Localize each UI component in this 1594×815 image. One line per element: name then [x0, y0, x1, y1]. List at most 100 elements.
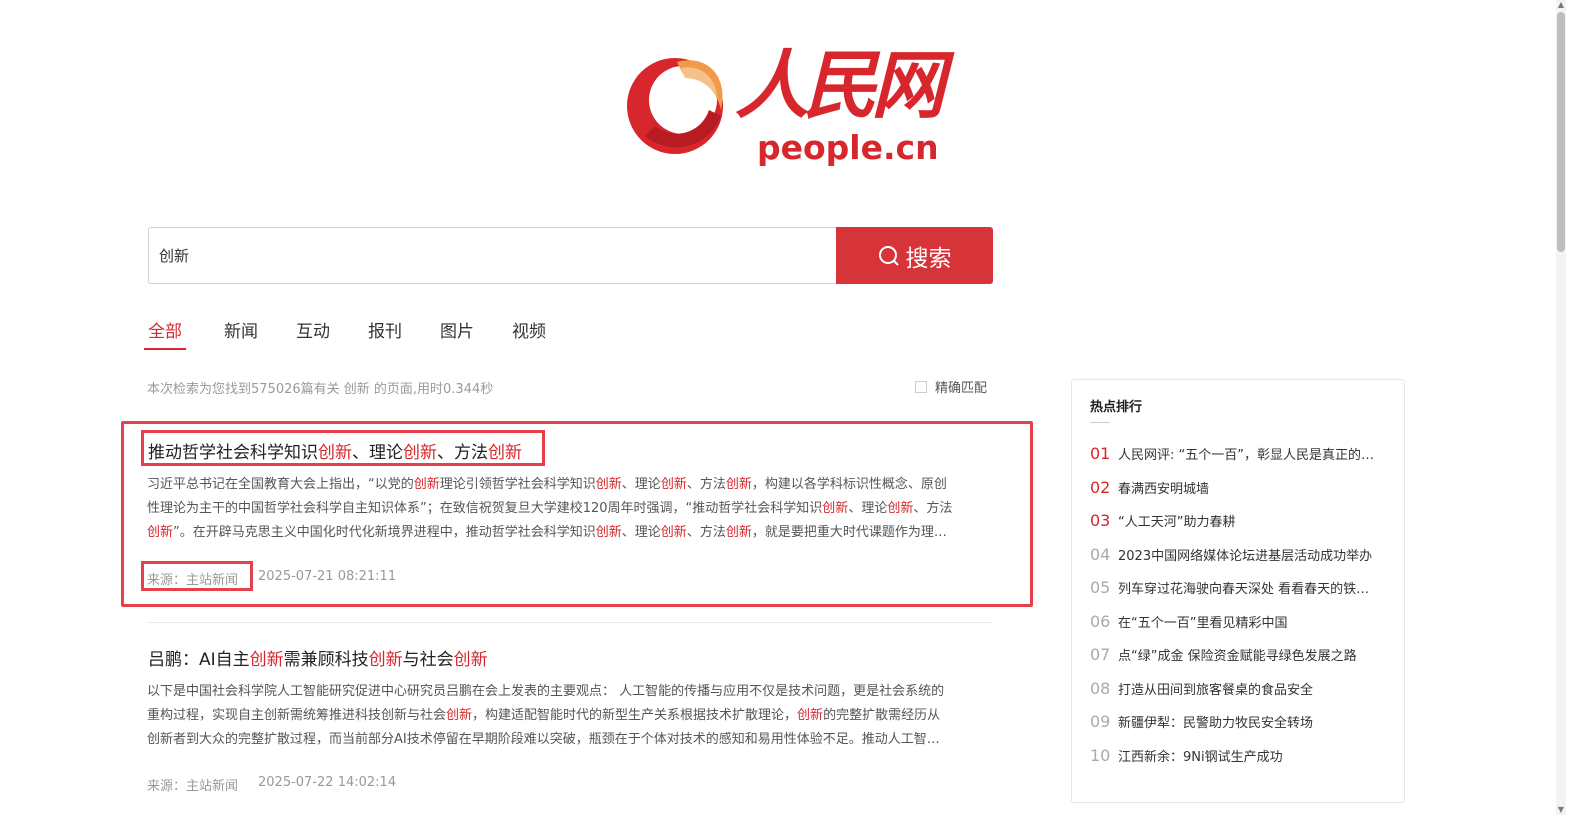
- hot-link[interactable]: 人民网评: “五个一百”，彰显人民是真正的…: [1118, 444, 1383, 463]
- title-keyword: 创新: [368, 650, 403, 670]
- hot-link[interactable]: 2023中国网络媒体论坛进基层活动成功举办: [1118, 545, 1383, 564]
- scroll-down-arrow-icon[interactable]: ▼: [1556, 805, 1566, 815]
- hot-item[interactable]: 02 春满西安明城墙: [1090, 478, 1386, 497]
- snippet-text: 理论引领哲学社会科学知识: [439, 477, 596, 492]
- hot-item[interactable]: 10 江西新余：9Ni钢试生产成功: [1090, 746, 1386, 765]
- title-keyword: 创新: [488, 443, 522, 463]
- search-button[interactable]: 搜索: [836, 227, 993, 284]
- snippet-keyword: 创新: [147, 525, 174, 540]
- tab-all[interactable]: 全部: [144, 318, 186, 350]
- exact-match-toggle[interactable]: 精确匹配: [915, 377, 987, 396]
- hot-item[interactable]: 04 2023中国网络媒体论坛进基层活动成功举办: [1090, 545, 1386, 564]
- hot-rank: 08: [1090, 679, 1111, 698]
- hot-link[interactable]: 列车穿过花海驶向春天深处 看看春天的铁…: [1118, 578, 1383, 597]
- result-divider: [147, 622, 993, 623]
- hot-link[interactable]: 在“五个一百”里看见精彩中国: [1118, 612, 1383, 631]
- title-text: 、理论: [352, 443, 403, 463]
- snippet-keyword: 创新: [660, 525, 687, 540]
- hot-title-underline: [1090, 422, 1110, 423]
- hot-ranking-title: 热点排行: [1090, 400, 1143, 415]
- hot-item[interactable]: 03 “人工天河”助力春耕: [1090, 511, 1386, 530]
- snippet-line: 创新者到大众的完整扩散过程，而当前部分AI技术停留在早期阶段难以突破，瓶颈在于个…: [147, 728, 993, 752]
- title-keyword: 创新: [318, 443, 352, 463]
- hot-item[interactable]: 01 人民网评: “五个一百”，彰显人民是真正的…: [1090, 444, 1386, 463]
- title-text: 与社会: [402, 650, 454, 670]
- title-text: 推动哲学社会科学知识: [148, 443, 318, 463]
- snippet-text: ，构建以各学科标识性概念、原创: [751, 477, 947, 492]
- snippet-keyword: 创新: [822, 501, 849, 516]
- hot-item[interactable]: 09 新疆伊犁：民警助力牧民安全转场: [1090, 712, 1386, 731]
- hot-rank: 05: [1090, 578, 1111, 597]
- snippet-keyword: 创新: [725, 477, 752, 492]
- result-source: 来源：主站新闻: [147, 779, 239, 794]
- hot-link[interactable]: 打造从田间到旅客餐桌的食品安全: [1118, 679, 1383, 698]
- hot-item[interactable]: 08 打造从田间到旅客餐桌的食品安全: [1090, 679, 1386, 698]
- snippet-line: 习近平总书记在全国教育大会上指出，“以党的创新理论引领哲学社会科学知识创新、理论…: [147, 473, 993, 497]
- scrollbar-thumb[interactable]: [1557, 12, 1565, 252]
- snippet-text: 的完整扩散需经历从: [823, 708, 941, 723]
- snippet-text: 以下是中国社会科学院人工智能研究促进中心研究员吕鹏在会上发表的主要观点： 人工智…: [147, 684, 945, 699]
- title-keyword: 创新: [249, 650, 284, 670]
- hot-link[interactable]: “人工天河”助力春耕: [1118, 511, 1383, 530]
- hot-link[interactable]: 江西新余：9Ni钢试生产成功: [1118, 746, 1383, 765]
- hot-rank: 09: [1090, 712, 1111, 731]
- snippet-text: ，就是要把重大时代课题作为理…: [751, 525, 947, 540]
- tab-news[interactable]: 新闻: [224, 318, 258, 348]
- logo-domain-text: people.cn: [757, 128, 939, 167]
- hot-link[interactable]: 春满西安明城墙: [1118, 478, 1383, 497]
- search-input[interactable]: [149, 228, 799, 283]
- result-snippet: 习近平总书记在全国教育大会上指出，“以党的创新理论引领哲学社会科学知识创新、理论…: [147, 473, 993, 545]
- hot-rank: 07: [1090, 645, 1111, 664]
- tab-newspapers[interactable]: 报刊: [368, 318, 402, 348]
- search-button-label: 搜索: [905, 245, 952, 272]
- snippet-text: ”。在开辟马克思主义中国化时代化新境界进程中，推动哲学社会科学知识: [173, 525, 596, 540]
- hot-rank: 04: [1090, 545, 1111, 564]
- search-box: [148, 227, 836, 284]
- title-text: 需兼顾科技: [283, 650, 369, 670]
- snippet-text: 、方法: [686, 477, 726, 492]
- snippet-text: 、理论: [621, 477, 661, 492]
- logo-emblem-icon: [627, 58, 723, 154]
- exact-match-checkbox[interactable]: [915, 380, 927, 393]
- result-date: 2025-07-22 14:02:14: [258, 775, 397, 790]
- category-tabs: 全部 新闻 互动 报刊 图片 视频: [144, 318, 584, 350]
- tab-interaction[interactable]: 互动: [296, 318, 330, 348]
- scroll-up-arrow-icon[interactable]: ▲: [1556, 0, 1566, 10]
- snippet-keyword: 创新: [413, 477, 440, 492]
- tab-videos[interactable]: 视频: [512, 318, 546, 348]
- snippet-text: 习近平总书记在全国教育大会上指出，“以党的: [147, 477, 414, 492]
- snippet-text: 创新者到大众的完整扩散过程，而当前部分AI技术停留在早期阶段难以突破，瓶颈在于个…: [147, 732, 940, 747]
- snippet-keyword: 创新: [595, 477, 622, 492]
- tab-pictures[interactable]: 图片: [440, 318, 474, 348]
- search-icon: [878, 245, 899, 266]
- snippet-text: 重构过程，实现自主创新需统筹推进科技创新与社会: [147, 708, 447, 723]
- hot-item[interactable]: 05 列车穿过花海驶向春天深处 看看春天的铁…: [1090, 578, 1386, 597]
- title-keyword: 创新: [403, 443, 437, 463]
- result-meta: 来源：主站新闻 2025-07-21 08:21:11: [147, 569, 396, 588]
- hot-item[interactable]: 07 点“绿”成金 保险资金赋能寻绿色发展之路: [1090, 645, 1386, 664]
- snippet-keyword: 创新: [446, 708, 473, 723]
- result-snippet: 以下是中国社会科学院人工智能研究促进中心研究员吕鹏在会上发表的主要观点： 人工智…: [147, 680, 993, 752]
- hot-rank: 10: [1090, 746, 1111, 765]
- snippet-text: ，构建适配智能时代的新型生产关系根据技术扩散理论，: [472, 708, 798, 723]
- snippet-line: 创新”。在开辟马克思主义中国化时代化新境界进程中，推动哲学社会科学知识创新、理论…: [147, 521, 993, 545]
- hot-link[interactable]: 新疆伊犁：民警助力牧民安全转场: [1118, 712, 1383, 731]
- result-date: 2025-07-21 08:21:11: [258, 569, 397, 584]
- snippet-keyword: 创新: [725, 525, 752, 540]
- snippet-keyword: 创新: [797, 708, 824, 723]
- hot-link[interactable]: 点“绿”成金 保险资金赋能寻绿色发展之路: [1118, 645, 1383, 664]
- result-title-link[interactable]: 吕鹏：AI自主创新需兼顾科技创新与社会创新: [148, 645, 488, 670]
- snippet-text: 、方法: [686, 525, 726, 540]
- hot-rank: 02: [1090, 478, 1111, 497]
- snippet-keyword: 创新: [595, 525, 622, 540]
- hot-rank: 03: [1090, 511, 1111, 530]
- title-keyword: 创新: [453, 650, 488, 670]
- result-title-link[interactable]: 推动哲学社会科学知识创新、理论创新、方法创新: [148, 438, 522, 463]
- snippet-line: 以下是中国社会科学院人工智能研究促进中心研究员吕鹏在会上发表的主要观点： 人工智…: [147, 680, 993, 704]
- hot-item[interactable]: 06 在“五个一百”里看见精彩中国: [1090, 612, 1386, 631]
- snippet-text: 、方法: [913, 501, 953, 516]
- snippet-keyword: 创新: [887, 501, 914, 516]
- result-source: 来源：主站新闻: [147, 573, 239, 588]
- title-text: 吕鹏：AI自主: [148, 650, 250, 670]
- result-summary: 本次检索为您找到575026篇有关 创新 的页面,用时0.344秒: [147, 382, 494, 397]
